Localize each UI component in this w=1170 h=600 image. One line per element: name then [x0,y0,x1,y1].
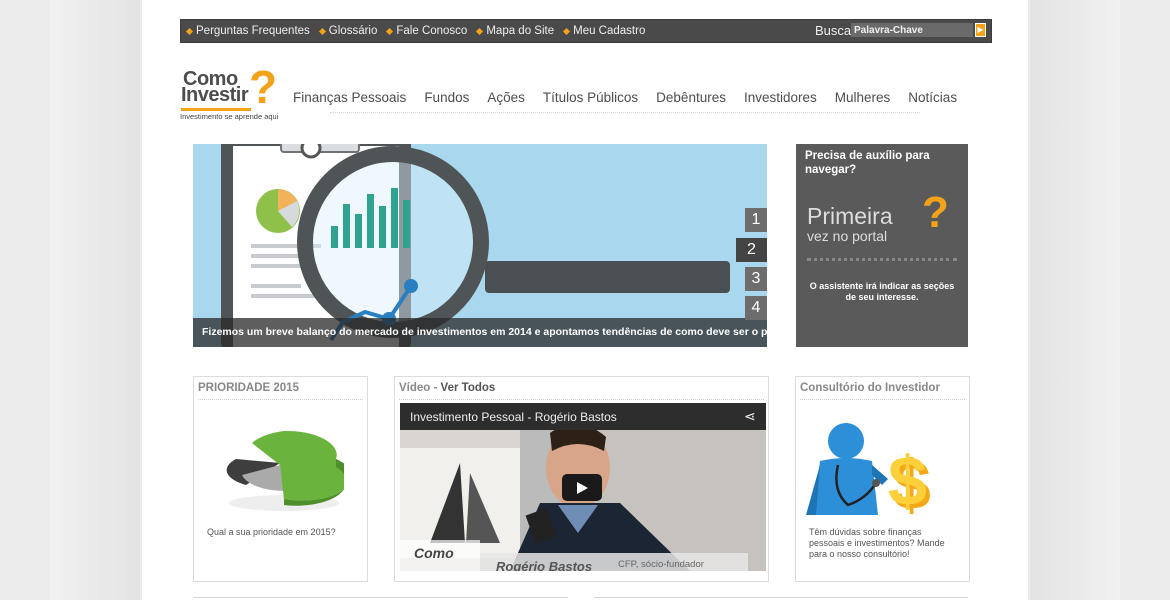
bottom-divider-right [594,597,968,599]
play-icon [577,482,588,494]
question-mark-icon: ? [922,188,949,237]
video-player[interactable]: Investimento Pessoal - Rogério Bastos ⋖ … [400,403,766,571]
nav-financas-pessoais[interactable]: Finanças Pessoais [293,90,406,105]
top-links: Perguntas Frequentes Glossário Fale Cono… [185,20,646,42]
bullet-icon [563,27,571,35]
background-left-shadow [50,0,140,600]
nav-mulheres[interactable]: Mulheres [835,90,891,105]
nav-divider [330,112,920,113]
card-prioridade[interactable]: PRIORIDADE 2015 Qual a sua prioridade em… [193,376,368,582]
search-input[interactable] [851,23,973,37]
pie-chart-3d-icon [226,430,344,511]
logo-line2: Investir [181,84,249,106]
svg-text:$: $ [888,442,927,517]
magnifier-handle [485,261,730,293]
card-title: Consultório do Investidor [800,382,940,394]
top-link-cadastro[interactable]: Meu Cadastro [563,25,646,37]
share-icon[interactable]: ⋖ [744,408,756,425]
logo-underline [181,108,251,111]
logo-tagline: Investimento se aprende aqui [180,112,279,121]
video-header: Investimento Pessoal - Rogério Bastos ⋖ [400,403,766,430]
card-divider [198,399,363,400]
card-divider [800,399,965,400]
nav-investidores[interactable]: Investidores [744,90,817,105]
bullet-icon [318,27,326,35]
card-text: Têm dúvidas sobre finanças pessoais e in… [809,527,945,559]
site-logo[interactable]: Como Investir ? Investimento se aprende … [180,64,281,123]
nav-titulos-publicos[interactable]: Títulos Públicos [543,90,638,105]
card-title: Vídeo - Ver Todos [399,382,495,394]
card-divider [399,399,764,400]
doctor-dollar-icon: $ $ [806,423,931,517]
slide-pager-3[interactable]: 3 [745,267,767,291]
video-title: Investimento Pessoal - Rogério Bastos [410,410,617,424]
top-bar: Perguntas Frequentes Glossário Fale Cono… [180,19,992,43]
top-link-label: Meu Cadastro [573,25,646,37]
arrow-right-icon: ▶ [977,25,984,34]
slide-pager-2[interactable]: 2 [736,238,767,262]
help-divider [807,258,957,261]
top-link-glossario[interactable]: Glossário [318,25,378,37]
play-button[interactable] [562,474,602,501]
nav-acoes[interactable]: Ações [487,90,525,105]
bullet-icon [476,27,484,35]
first-visit-help-box[interactable]: Precisa de auxílio para navegar? Primeir… [796,144,968,347]
top-link-mapa[interactable]: Mapa do Site [476,25,555,37]
bullet-icon [386,27,394,35]
video-title-label: Vídeo [399,382,431,394]
bottom-divider-left [193,597,568,599]
ver-todos-link[interactable]: Ver Todos [441,382,496,394]
hero-illustration [221,144,730,347]
bullet-icon [185,27,194,35]
video-lower-third-name: Rogério Bastos [496,559,593,571]
card-consultorio[interactable]: Consultório do Investidor $ $ Têm dúvida… [795,376,970,582]
top-link-label: Glossário [328,25,378,37]
card-title: PRIORIDADE 2015 [198,382,299,394]
hero-caption-bar: Fizemos um breve balanço do mercado de i… [193,318,827,347]
top-link-label: Mapa do Site [486,25,555,37]
logo-question-mark: ? [249,61,278,113]
video-lower-third-role: CFP, sócio-fundador [618,559,704,570]
top-link-label: Fale Conosco [396,25,468,37]
search-label: Busca [815,23,852,38]
help-description: O assistente irá indicar as seções de se… [809,281,955,302]
video-title-separator: - [430,382,441,394]
hero-caption: Fizemos um breve balanço do mercado de i… [202,326,827,338]
hero-banner[interactable] [193,144,767,347]
top-link-label: Perguntas Frequentes [196,25,310,37]
main-nav: Finanças Pessoais Fundos Ações Títulos P… [293,90,957,105]
slide-pager-1[interactable]: 1 [745,208,767,232]
clipboard-ring [300,144,322,159]
top-link-perguntas[interactable]: Perguntas Frequentes [185,25,310,37]
top-link-fale-conosco[interactable]: Fale Conosco [386,25,468,37]
video-logo: Como [414,545,454,561]
help-vez: vez no portal [807,228,888,244]
nav-noticias[interactable]: Notícias [908,90,957,105]
slide-pager-4[interactable]: 4 [745,296,767,320]
nav-fundos[interactable]: Fundos [424,90,469,105]
search-submit-button[interactable]: ▶ [975,23,986,37]
background-right-shadow [1030,0,1120,600]
card-text: Qual a sua prioridade em 2015? [207,527,336,537]
nav-debentures[interactable]: Debêntures [656,90,726,105]
help-primeira: Primeira [807,203,893,229]
help-title: Precisa de auxílio para navegar? [805,150,930,176]
